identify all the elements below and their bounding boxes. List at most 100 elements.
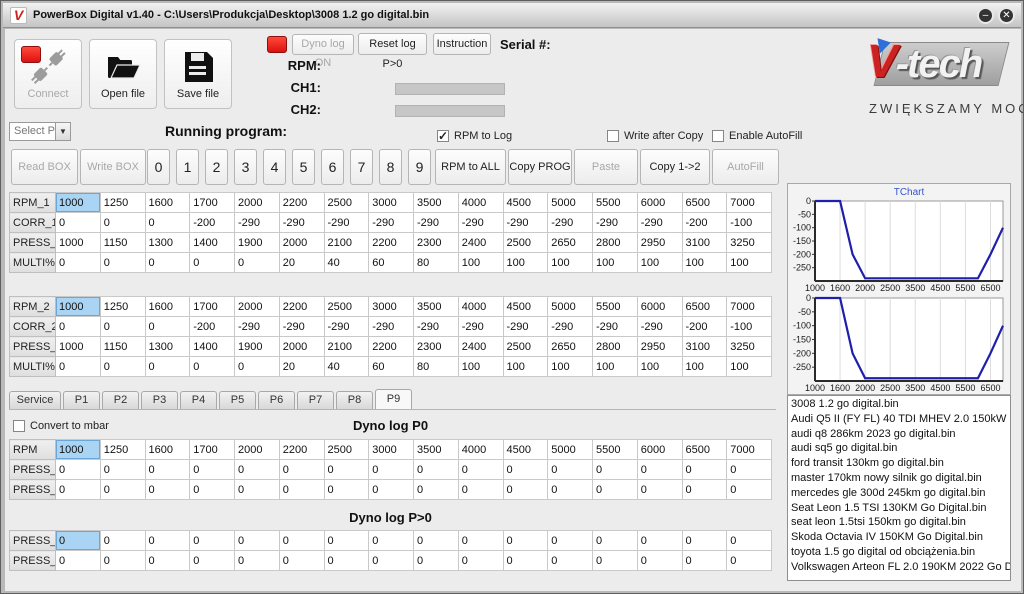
cell-corr_1-14[interactable]: -200 bbox=[682, 213, 727, 233]
cell-rpm-12[interactable]: 5500 bbox=[593, 440, 638, 460]
cell-corr_2-7[interactable]: -290 bbox=[369, 317, 414, 337]
file-list-item[interactable]: Audi Q5 II (FY FL) 40 TDI MHEV 2.0 150kW… bbox=[791, 412, 1010, 427]
cell-rpm_1-14[interactable]: 6500 bbox=[682, 193, 727, 213]
cell-press_2-9[interactable]: 2400 bbox=[458, 337, 503, 357]
cell-press_1-10[interactable]: 0 bbox=[503, 460, 548, 480]
dyno-log-on-button[interactable]: Dyno log ON bbox=[292, 34, 354, 55]
tab-p8[interactable]: P8 bbox=[336, 391, 373, 409]
cell-rpm_1-1[interactable]: 1250 bbox=[100, 193, 145, 213]
cell-corr_1-10[interactable]: -290 bbox=[503, 213, 548, 233]
tab-p4[interactable]: P4 bbox=[180, 391, 217, 409]
cell-rpm_2-13[interactable]: 6000 bbox=[637, 297, 682, 317]
write-after-copy-checkbox[interactable]: Write after Copy bbox=[607, 130, 703, 142]
cell-rpm-15[interactable]: 7000 bbox=[727, 440, 772, 460]
cell-press_2-9[interactable]: 0 bbox=[458, 480, 503, 500]
cell-press_1-14[interactable]: 3100 bbox=[682, 233, 727, 253]
cell-press_1-9[interactable]: 0 bbox=[458, 531, 503, 551]
cell-press_2-0[interactable]: 0 bbox=[56, 480, 101, 500]
cell-press_2-1[interactable]: 0 bbox=[100, 551, 145, 571]
cell-rpm_2-6[interactable]: 2500 bbox=[324, 297, 369, 317]
cell-corr_2-13[interactable]: -290 bbox=[637, 317, 682, 337]
cell-rpm_2-3[interactable]: 1700 bbox=[190, 297, 235, 317]
cell-press_1-8[interactable]: 2300 bbox=[414, 233, 459, 253]
cell-rpm_2-9[interactable]: 4000 bbox=[458, 297, 503, 317]
cell-press_2-0[interactable]: 0 bbox=[56, 551, 101, 571]
cell-multi-3[interactable]: 0 bbox=[190, 357, 235, 377]
autofill-button[interactable]: AutoFill bbox=[712, 149, 779, 185]
cell-press_1-6[interactable]: 0 bbox=[324, 531, 369, 551]
cell-rpm_1-10[interactable]: 4500 bbox=[503, 193, 548, 213]
cell-press_1-12[interactable]: 2800 bbox=[593, 233, 638, 253]
cell-press_1-7[interactable]: 0 bbox=[369, 531, 414, 551]
cell-press_2-5[interactable]: 0 bbox=[279, 480, 324, 500]
cell-press_2-13[interactable]: 0 bbox=[637, 551, 682, 571]
prog-digit-5-button[interactable]: 5 bbox=[292, 149, 315, 185]
cell-press_1-9[interactable]: 2400 bbox=[458, 233, 503, 253]
cell-press_1-10[interactable]: 2500 bbox=[503, 233, 548, 253]
cell-multi-12[interactable]: 100 bbox=[593, 253, 638, 273]
cell-press_1-5[interactable]: 0 bbox=[279, 531, 324, 551]
prog-digit-9-button[interactable]: 9 bbox=[408, 149, 431, 185]
cell-multi-15[interactable]: 100 bbox=[727, 253, 772, 273]
cell-corr_2-3[interactable]: -200 bbox=[190, 317, 235, 337]
cell-press_1-8[interactable]: 0 bbox=[414, 531, 459, 551]
cell-corr_1-12[interactable]: -290 bbox=[593, 213, 638, 233]
cell-corr_1-2[interactable]: 0 bbox=[145, 213, 190, 233]
cell-press_1-4[interactable]: 1900 bbox=[235, 233, 280, 253]
cell-press_1-3[interactable]: 0 bbox=[190, 531, 235, 551]
prog-digit-3-button[interactable]: 3 bbox=[234, 149, 257, 185]
cell-press_1-5[interactable]: 0 bbox=[279, 460, 324, 480]
cell-press_1-6[interactable]: 2100 bbox=[324, 233, 369, 253]
cell-corr_1-1[interactable]: 0 bbox=[100, 213, 145, 233]
cell-multi-5[interactable]: 20 bbox=[279, 253, 324, 273]
cell-multi-5[interactable]: 20 bbox=[279, 357, 324, 377]
cell-multi-10[interactable]: 100 bbox=[503, 357, 548, 377]
cell-press_1-2[interactable]: 0 bbox=[145, 531, 190, 551]
cell-corr_2-9[interactable]: -290 bbox=[458, 317, 503, 337]
write-box-button[interactable]: Write BOX bbox=[80, 149, 146, 185]
cell-corr_1-6[interactable]: -290 bbox=[324, 213, 369, 233]
cell-press_1-12[interactable]: 0 bbox=[593, 531, 638, 551]
rpm-to-log-checkbox[interactable]: RPM to Log bbox=[437, 130, 512, 142]
cell-rpm_2-11[interactable]: 5000 bbox=[548, 297, 593, 317]
cell-rpm_2-10[interactable]: 4500 bbox=[503, 297, 548, 317]
cell-corr_1-8[interactable]: -290 bbox=[414, 213, 459, 233]
cell-corr_2-4[interactable]: -290 bbox=[235, 317, 280, 337]
cell-rpm-1[interactable]: 1250 bbox=[100, 440, 145, 460]
cell-press_2-15[interactable]: 0 bbox=[727, 480, 772, 500]
cell-multi-10[interactable]: 100 bbox=[503, 253, 548, 273]
cell-rpm_2-12[interactable]: 5500 bbox=[593, 297, 638, 317]
cell-corr_2-12[interactable]: -290 bbox=[593, 317, 638, 337]
tab-p9[interactable]: P9 bbox=[375, 389, 412, 409]
cell-rpm-13[interactable]: 6000 bbox=[637, 440, 682, 460]
cell-press_1-11[interactable]: 0 bbox=[548, 460, 593, 480]
cell-rpm_2-15[interactable]: 7000 bbox=[727, 297, 772, 317]
cell-press_2-2[interactable]: 1300 bbox=[145, 337, 190, 357]
cell-press_1-0[interactable]: 0 bbox=[56, 460, 101, 480]
prog-digit-7-button[interactable]: 7 bbox=[350, 149, 373, 185]
cell-rpm_1-9[interactable]: 4000 bbox=[458, 193, 503, 213]
cell-corr_2-14[interactable]: -200 bbox=[682, 317, 727, 337]
file-list-item[interactable]: Skoda Octavia IV 150KM Go Digital.bin bbox=[791, 530, 1010, 545]
cell-press_1-14[interactable]: 0 bbox=[682, 531, 727, 551]
cell-press_1-8[interactable]: 0 bbox=[414, 460, 459, 480]
cell-rpm-2[interactable]: 1600 bbox=[145, 440, 190, 460]
cell-press_2-12[interactable]: 2800 bbox=[593, 337, 638, 357]
cell-press_2-14[interactable]: 0 bbox=[682, 480, 727, 500]
cell-rpm-3[interactable]: 1700 bbox=[190, 440, 235, 460]
cell-multi-9[interactable]: 100 bbox=[458, 357, 503, 377]
cell-press_2-4[interactable]: 0 bbox=[235, 480, 280, 500]
cell-corr_2-6[interactable]: -290 bbox=[324, 317, 369, 337]
cell-corr_1-9[interactable]: -290 bbox=[458, 213, 503, 233]
cell-multi-11[interactable]: 100 bbox=[548, 357, 593, 377]
cell-press_2-8[interactable]: 0 bbox=[414, 480, 459, 500]
cell-press_1-13[interactable]: 2950 bbox=[637, 233, 682, 253]
file-list-item[interactable]: Volkswagen Arteon FL 2.0 190KM 2022 Go D… bbox=[791, 560, 1010, 575]
cell-corr_1-5[interactable]: -290 bbox=[279, 213, 324, 233]
cell-press_2-2[interactable]: 0 bbox=[145, 551, 190, 571]
cell-press_2-4[interactable]: 0 bbox=[235, 551, 280, 571]
cell-multi-7[interactable]: 60 bbox=[369, 253, 414, 273]
cell-corr_2-10[interactable]: -290 bbox=[503, 317, 548, 337]
cell-press_2-6[interactable]: 0 bbox=[324, 480, 369, 500]
cell-press_1-10[interactable]: 0 bbox=[503, 531, 548, 551]
